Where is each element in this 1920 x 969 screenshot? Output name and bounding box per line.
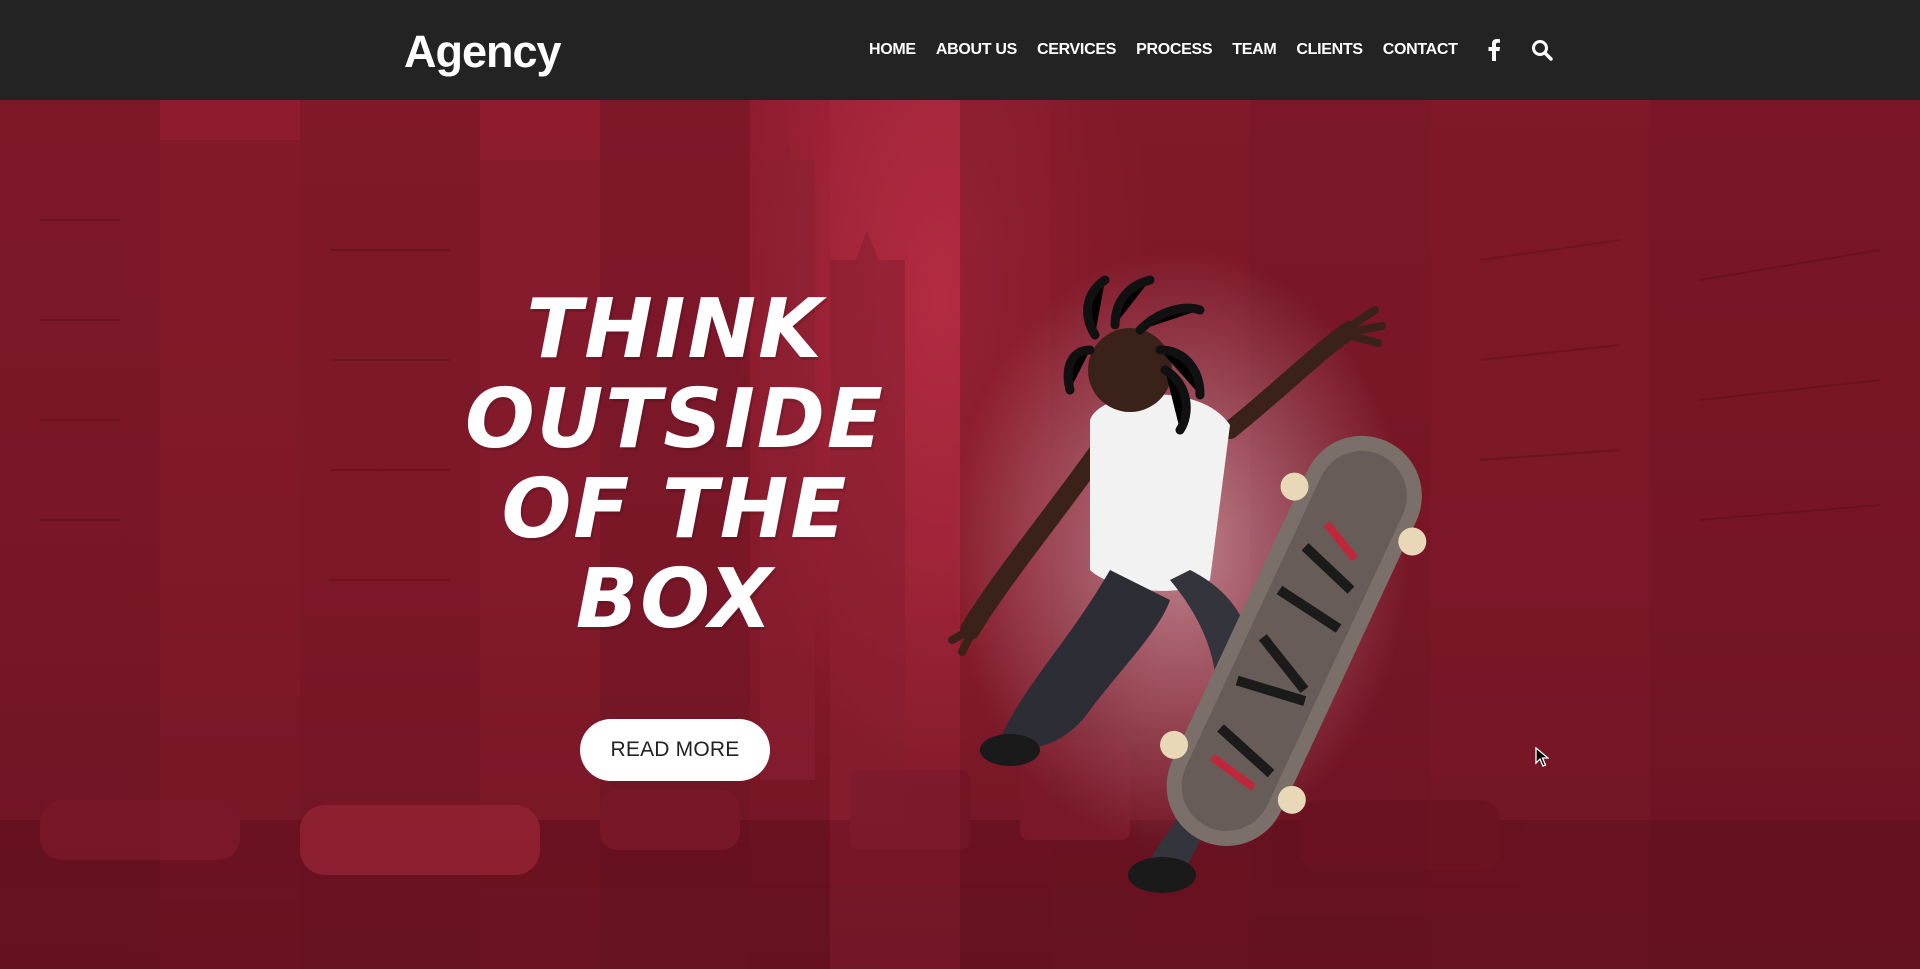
hero-headline: THINK OUTSIDE OF THE BOX bbox=[440, 285, 910, 645]
search-icon[interactable] bbox=[1530, 38, 1554, 62]
nav-clients[interactable]: CLIENTS bbox=[1296, 41, 1363, 59]
headline-line-4: BOX bbox=[575, 552, 775, 647]
headline-line-2: OUTSIDE bbox=[465, 372, 885, 467]
main-nav: HOME ABOUT US CERVICES PROCESS TEAM CLIE… bbox=[869, 0, 1554, 100]
skateboarder-image bbox=[948, 250, 1427, 893]
read-more-button[interactable]: READ MORE bbox=[580, 719, 770, 781]
hero-section: THINK OUTSIDE OF THE BOX READ MORE bbox=[0, 100, 1920, 969]
logo[interactable]: Agency bbox=[404, 26, 562, 78]
nav-team[interactable]: TEAM bbox=[1232, 41, 1276, 59]
nav-contact[interactable]: CONTACT bbox=[1383, 41, 1458, 59]
nav-cervices[interactable]: CERVICES bbox=[1037, 41, 1116, 59]
headline-line-3: OF THE bbox=[501, 462, 849, 557]
navbar: Agency HOME ABOUT US CERVICES PROCESS TE… bbox=[0, 0, 1920, 100]
nav-about-us[interactable]: ABOUT US bbox=[936, 41, 1017, 59]
facebook-icon[interactable] bbox=[1482, 38, 1506, 62]
nav-home[interactable]: HOME bbox=[869, 41, 916, 59]
headline-line-1: THINK bbox=[526, 282, 824, 377]
mouse-cursor bbox=[1535, 747, 1549, 767]
nav-process[interactable]: PROCESS bbox=[1136, 41, 1212, 59]
